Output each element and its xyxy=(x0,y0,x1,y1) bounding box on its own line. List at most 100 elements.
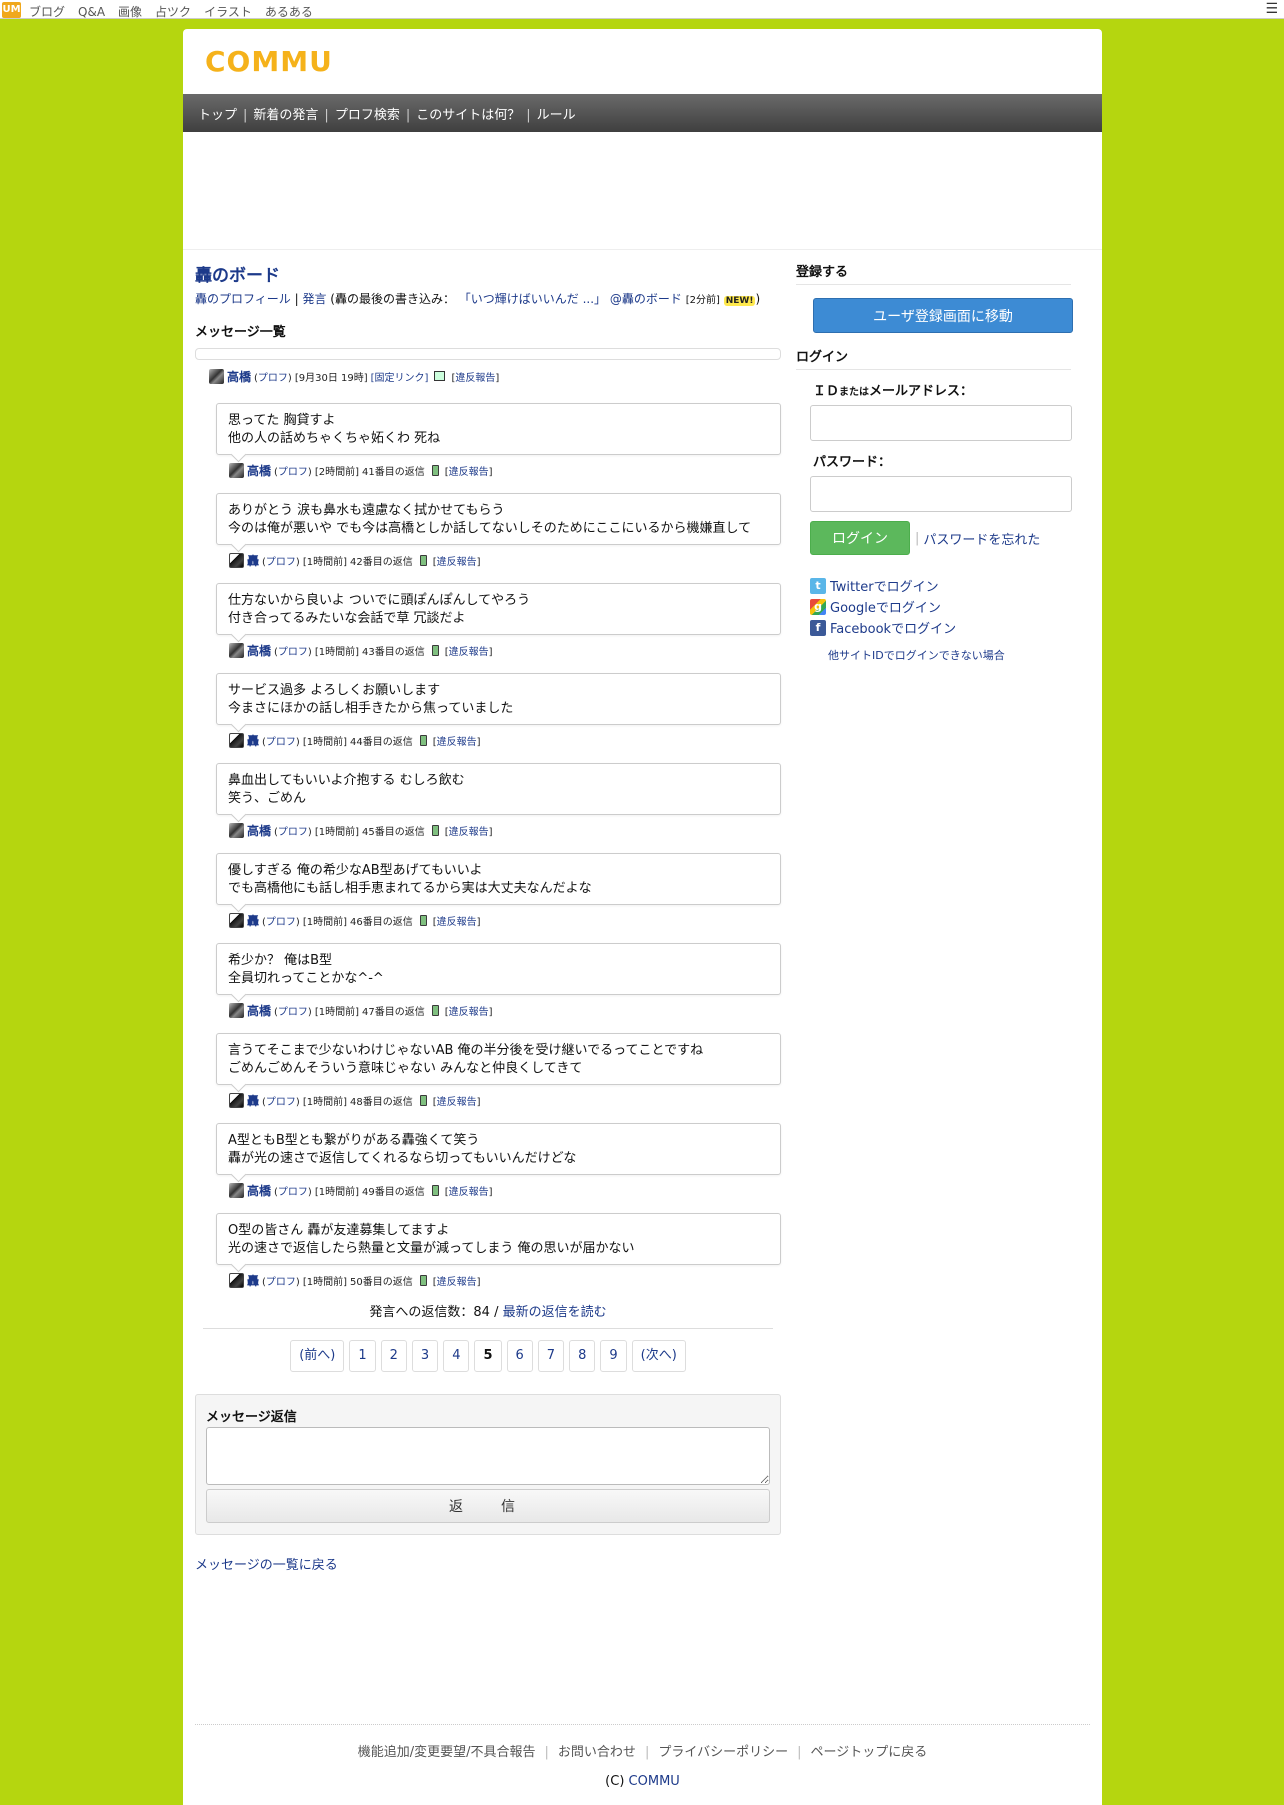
avatar[interactable] xyxy=(229,1092,244,1108)
avatar[interactable] xyxy=(229,462,244,478)
hamburger-menu-icon[interactable]: ☰ xyxy=(1265,1,1278,17)
avatar[interactable] xyxy=(229,1002,244,1018)
google-login-row[interactable]: g Googleでログイン xyxy=(810,596,1071,617)
report-link[interactable]: 違反報告 xyxy=(449,1007,489,1018)
prof-link[interactable]: プロフ xyxy=(278,647,308,658)
back-to-list-link[interactable]: メッセージの一覧に戻る xyxy=(195,1558,338,1573)
top-nav-blog[interactable]: ブログ xyxy=(29,5,65,19)
google-login-link[interactable]: Googleでログイン xyxy=(830,597,941,616)
author-name[interactable]: 轟 xyxy=(247,912,259,929)
author-name[interactable]: 轟 xyxy=(247,732,259,749)
report-link[interactable]: 違反報告 xyxy=(449,1187,489,1198)
id-email-input[interactable] xyxy=(810,405,1072,441)
password-input[interactable] xyxy=(810,476,1072,512)
reply-number: 46番目の返信 xyxy=(350,916,413,928)
page-9[interactable]: 9 xyxy=(600,1340,627,1372)
author-name[interactable]: 高橋 xyxy=(247,1182,271,1199)
latest-replies-link[interactable]: 最新の返信を読む xyxy=(503,1305,607,1320)
page-3[interactable]: 3 xyxy=(411,1340,439,1372)
report-link[interactable]: 違反報告 xyxy=(437,737,477,748)
permalink[interactable]: [固定リンク] xyxy=(371,369,429,384)
reply-submit-button[interactable]: 返 信 xyxy=(206,1489,770,1523)
twitter-login-link[interactable]: Twitterでログイン xyxy=(830,576,939,595)
facebook-login-row[interactable]: f Facebookでログイン xyxy=(810,617,1071,638)
report-link[interactable]: 違反報告 xyxy=(449,827,489,838)
social-login: t Twitterでログイン g Googleでログイン f Facebookでログイ… xyxy=(810,575,1071,638)
site-logo[interactable]: COMMU xyxy=(205,45,333,78)
page-6[interactable]: 6 xyxy=(506,1340,533,1372)
top-nav-illust[interactable]: イラスト xyxy=(204,5,252,19)
um-logo-icon[interactable]: UM xyxy=(2,2,21,18)
page-next[interactable]: (次へ) xyxy=(631,1340,686,1372)
last-post-link[interactable]: 「いつ輝けばいいんだ ...」 xyxy=(459,292,606,306)
profile-link[interactable]: 轟のプロフィール xyxy=(195,292,291,306)
reply-textarea[interactable] xyxy=(206,1427,770,1485)
author-name[interactable]: 高橋 xyxy=(247,822,271,839)
nav-new-posts[interactable]: 新着の発言 xyxy=(253,108,318,123)
reply-time: [1時間前] xyxy=(302,1096,347,1108)
prof-link[interactable]: プロフ xyxy=(266,1277,296,1288)
nav-about[interactable]: このサイトは何？ xyxy=(416,108,520,123)
nav-rules[interactable]: ルール xyxy=(537,108,576,123)
prof-link[interactable]: プロフ xyxy=(278,1187,308,1198)
prof-link[interactable]: プロフ xyxy=(278,467,308,478)
top-nav-aruaru[interactable]: あるある xyxy=(265,5,313,19)
avatar[interactable] xyxy=(229,642,244,658)
statement-link[interactable]: 発言 xyxy=(302,292,326,306)
author-name[interactable]: 高橋 xyxy=(227,368,251,385)
message-line: ごめんごめんそういう意味じゃない みんなと仲良くしてきて xyxy=(228,1061,583,1076)
avatar[interactable] xyxy=(229,912,244,928)
prof-link[interactable]: プロフ xyxy=(266,737,296,748)
other-id-help-link[interactable]: 他サイトIDでログインできない場合 xyxy=(828,649,1005,662)
report-link[interactable]: 違反報告 xyxy=(449,467,489,478)
page-2[interactable]: 2 xyxy=(380,1340,407,1372)
page-8[interactable]: 8 xyxy=(569,1340,596,1372)
prof-link[interactable]: プロフ xyxy=(278,1007,308,1018)
avatar[interactable] xyxy=(229,822,244,838)
twitter-login-row[interactable]: t Twitterでログイン xyxy=(810,575,1071,596)
facebook-login-link[interactable]: Facebookでログイン xyxy=(830,618,956,637)
report-link[interactable]: 違反報告 xyxy=(437,1097,477,1108)
author-name[interactable]: 轟 xyxy=(247,1092,259,1109)
page-7[interactable]: 7 xyxy=(537,1340,565,1372)
author-name[interactable]: 高橋 xyxy=(247,1002,271,1019)
top-nav-images[interactable]: 画像 xyxy=(118,5,142,19)
prof-link[interactable]: プロフ xyxy=(266,917,296,928)
prof-link[interactable]: プロフ xyxy=(266,557,296,568)
avatar[interactable] xyxy=(229,732,244,748)
report-link[interactable]: 違反報告 xyxy=(437,1277,477,1288)
author-name[interactable]: 轟 xyxy=(247,1272,259,1289)
footer-feature-request-link[interactable]: 機能追加/変更要望/不具合報告 xyxy=(358,1745,536,1760)
report-link[interactable]: 違反報告 xyxy=(437,557,477,568)
board-title[interactable]: 轟のボード xyxy=(195,261,781,286)
top-nav-qa[interactable]: Q&A xyxy=(78,5,105,19)
register-button[interactable]: ユーザ登録画面に移動 xyxy=(813,298,1073,333)
message-bubble: ありがとう 涙も鼻水も遠慮なく拭かせてもらう 今のは俺が悪いや でも今は高橋としか… xyxy=(216,493,781,545)
nav-profile-search[interactable]: プロフ検索 xyxy=(335,108,400,123)
report-link[interactable]: 違反報告 xyxy=(449,647,489,658)
page-4[interactable]: 4 xyxy=(443,1340,470,1372)
last-post-board-link[interactable]: @轟のボード xyxy=(610,292,682,306)
top-nav-uranai[interactable]: 占ツク xyxy=(155,5,191,19)
avatar[interactable] xyxy=(229,552,244,568)
page-1[interactable]: 1 xyxy=(349,1340,376,1372)
author-name[interactable]: 高橋 xyxy=(247,642,271,659)
avatar[interactable] xyxy=(229,1182,244,1198)
prof-link[interactable]: プロフ xyxy=(278,827,308,838)
author-name[interactable]: 轟 xyxy=(247,552,259,569)
nav-top[interactable]: トップ xyxy=(198,108,237,123)
login-button[interactable]: ログイン xyxy=(810,521,910,555)
footer-contact-link[interactable]: お問い合わせ xyxy=(558,1745,636,1760)
report-link[interactable]: 違反報告 xyxy=(437,917,477,928)
report-link[interactable]: 違反報告 xyxy=(455,373,495,384)
footer-privacy-link[interactable]: プライバシーポリシー xyxy=(658,1745,788,1760)
footer-pagetop-link[interactable]: ページトップに戻る xyxy=(810,1745,927,1760)
forgot-password-link[interactable]: パスワードを忘れた xyxy=(923,529,1040,548)
copyright-link[interactable]: COMMU xyxy=(629,1774,680,1789)
avatar[interactable] xyxy=(229,1272,244,1288)
avatar[interactable] xyxy=(209,368,224,384)
page-prev[interactable]: (前へ) xyxy=(290,1340,345,1372)
prof-link[interactable]: プロフ xyxy=(266,1097,296,1108)
author-name[interactable]: 高橋 xyxy=(247,462,271,479)
prof-link[interactable]: プロフ xyxy=(258,373,288,384)
